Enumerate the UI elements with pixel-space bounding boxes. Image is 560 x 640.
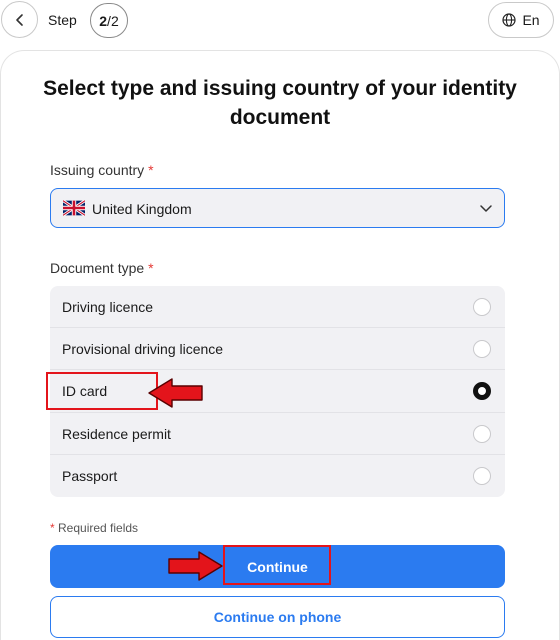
step-counter: 2/2: [90, 3, 128, 38]
document-type-label-text: Document type: [50, 260, 145, 276]
language-button[interactable]: En: [488, 2, 554, 38]
step-current: 2: [99, 12, 108, 29]
step-label: Step: [48, 12, 77, 28]
required-asterisk: *: [148, 162, 154, 178]
continue-on-phone-label: Continue on phone: [213, 609, 342, 625]
issuing-country-value: United Kingdom: [92, 201, 192, 217]
required-asterisk: *: [148, 260, 154, 276]
uk-flag-icon: [63, 200, 85, 216]
radio-button-selected[interactable]: [473, 382, 491, 401]
step-total: 2: [110, 12, 119, 29]
top-bar: Step 2/2 En: [0, 0, 560, 44]
radio-button[interactable]: [473, 298, 491, 316]
radio-button[interactable]: [473, 466, 491, 485]
id-card-highlight-box: [46, 372, 158, 410]
continue-on-phone-button[interactable]: Continue on phone: [50, 596, 505, 638]
required-fields-text: Required fields: [58, 521, 139, 535]
option-label: Driving licence: [62, 299, 154, 315]
option-provisional-driving-licence[interactable]: Provisional driving licence: [50, 328, 505, 371]
radio-button[interactable]: [473, 424, 491, 443]
option-passport[interactable]: Passport: [50, 455, 505, 497]
issuing-country-label: Issuing country *: [50, 162, 154, 178]
chevron-left-icon: [15, 13, 23, 26]
red-arrow-icon: [148, 378, 203, 408]
radio-button[interactable]: [473, 340, 491, 359]
option-label: Provisional driving licence: [62, 341, 224, 358]
option-driving-licence[interactable]: Driving licence: [50, 286, 505, 329]
document-type-label: Document type *: [50, 260, 154, 276]
red-arrow-icon: [168, 551, 223, 581]
issuing-country-label-text: Issuing country: [50, 162, 145, 178]
continue-highlight-box: [223, 545, 331, 585]
language-label: En: [522, 12, 540, 28]
required-fields-note: * Required fields: [50, 521, 138, 535]
page-title: Select type and issuing country of your …: [43, 77, 517, 129]
issuing-country-select[interactable]: United Kingdom: [50, 188, 505, 228]
option-residence-permit[interactable]: Residence permit: [50, 413, 505, 455]
chevron-down-icon: [480, 205, 492, 212]
option-label: Passport: [62, 467, 118, 484]
option-label: Residence permit: [62, 425, 171, 442]
globe-icon: [502, 13, 517, 27]
back-button[interactable]: [1, 1, 38, 38]
required-asterisk: *: [50, 521, 55, 535]
